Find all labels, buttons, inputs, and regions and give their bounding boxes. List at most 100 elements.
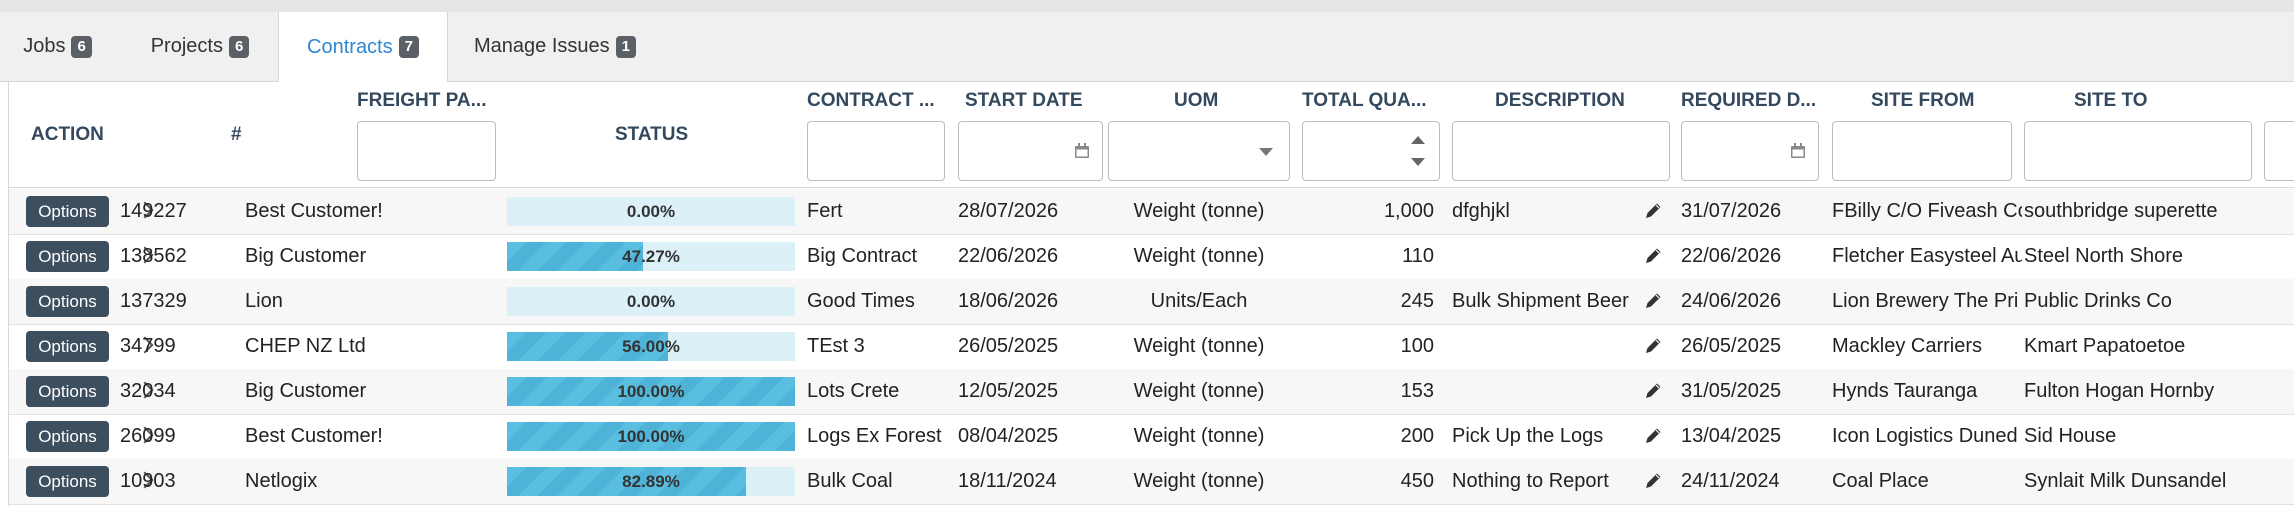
site-from-filter-input[interactable] bbox=[1832, 121, 2012, 181]
total-quantity: 110 bbox=[1402, 245, 1434, 267]
table-row[interactable]: Options 32034 Big Customer 100.00% Lots Cret… bbox=[9, 369, 2294, 415]
table-row[interactable]: Options 137329 Lion 0.00% Good Times 18/06/20… bbox=[9, 279, 2294, 325]
contract-filter-input[interactable] bbox=[807, 121, 945, 181]
pencil-icon[interactable] bbox=[1643, 246, 1663, 266]
pencil-icon[interactable] bbox=[1643, 336, 1663, 356]
col-header-action: ACTION bbox=[31, 124, 104, 145]
col-header-number[interactable]: # bbox=[231, 124, 242, 146]
col-header-uom[interactable]: UOM bbox=[1174, 90, 1218, 112]
uom: Weight (tonne) bbox=[1133, 335, 1265, 357]
contract-number: 10903 bbox=[120, 470, 176, 492]
total-quantity: 450 bbox=[1400, 470, 1434, 492]
contract-number: 149227 bbox=[120, 200, 187, 222]
progress-label: 82.89% bbox=[622, 472, 680, 491]
tab-label: Contracts bbox=[307, 35, 393, 58]
spin-down-icon[interactable] bbox=[1411, 158, 1425, 166]
status-progress-bar: 100.00% bbox=[507, 377, 795, 406]
top-strip bbox=[0, 0, 2294, 12]
tab-jobs[interactable]: Jobs 6 bbox=[10, 12, 105, 81]
progress-label: 47.27% bbox=[622, 247, 680, 266]
col-header-freight-party[interactable]: FREIGHT PA... bbox=[357, 90, 497, 112]
col-header-total-quantity[interactable]: TOTAL QUA... bbox=[1302, 90, 1442, 112]
options-button[interactable]: Options bbox=[26, 286, 109, 317]
uom: Weight (tonne) bbox=[1133, 200, 1265, 222]
options-button[interactable]: Options bbox=[26, 331, 109, 362]
progress-label: 56.00% bbox=[622, 337, 680, 356]
required-date-filter-input[interactable] bbox=[1681, 121, 1819, 181]
options-button[interactable]: Options bbox=[26, 196, 109, 227]
site-from: Icon Logistics Duned bbox=[1832, 425, 2018, 447]
site-to: Steel North Shore bbox=[2024, 245, 2183, 267]
site-from: FBilly C/O Fiveash Co bbox=[1832, 200, 2022, 222]
progress-label: 100.00% bbox=[617, 427, 685, 446]
start-date: 18/11/2024 bbox=[958, 470, 1057, 492]
contracts-grid: ACTION # FREIGHT PA... STATUS CONTRACT .… bbox=[8, 82, 2294, 506]
table-row[interactable]: Options 138562 Big Customer 47.27% Big Contr… bbox=[9, 234, 2294, 280]
contract-number: 32034 bbox=[120, 380, 176, 402]
pencil-icon[interactable] bbox=[1643, 201, 1663, 221]
uom: Units/Each bbox=[1150, 290, 1248, 312]
col-header-description[interactable]: DESCRIPTION bbox=[1495, 90, 1625, 112]
col-header-required-date[interactable]: REQUIRED D... bbox=[1681, 90, 1821, 112]
pencil-icon[interactable] bbox=[1643, 426, 1663, 446]
options-button[interactable]: Options bbox=[26, 466, 109, 497]
status-progress-bar: 82.89% bbox=[507, 467, 795, 496]
uom: Weight (tonne) bbox=[1133, 380, 1265, 402]
site-from: Coal Place bbox=[1832, 470, 1929, 492]
start-date-filter-input[interactable] bbox=[958, 121, 1103, 181]
status-progress-bar: 0.00% bbox=[507, 287, 795, 316]
progress-label: 0.00% bbox=[626, 202, 676, 221]
pencil-icon[interactable] bbox=[1643, 471, 1663, 491]
col-header-site-from[interactable]: SITE FROM bbox=[1871, 90, 1974, 112]
description: Bulk Shipment Beer bbox=[1452, 290, 1629, 312]
required-date: 24/11/2024 bbox=[1681, 470, 1780, 492]
table-row[interactable]: Options 26099 Best Customer! 100.00% Logs Ex… bbox=[9, 414, 2294, 460]
col-header-status[interactable]: STATUS bbox=[615, 124, 688, 146]
status-progress-bar: 56.00% bbox=[507, 332, 795, 361]
col-header-start-date[interactable]: START DATE bbox=[965, 90, 1083, 112]
start-date: 12/05/2025 bbox=[958, 380, 1059, 402]
freight-party-filter-input[interactable] bbox=[357, 121, 496, 181]
uom: Weight (tonne) bbox=[1133, 470, 1265, 492]
pencil-icon[interactable] bbox=[1643, 381, 1663, 401]
required-date: 24/06/2026 bbox=[1681, 290, 1782, 312]
tab-bar: Jobs 6 Projects 6 Contracts 7 Manage Issues… bbox=[0, 12, 2294, 82]
tab-manage-issues[interactable]: Manage Issues 1 bbox=[455, 12, 655, 81]
site-from: Mackley Carriers bbox=[1832, 335, 1983, 357]
contract-number: 137329 bbox=[120, 290, 187, 312]
contract-number: 34799 bbox=[120, 335, 176, 357]
required-date: 13/04/2025 bbox=[1681, 425, 1782, 447]
col-header-contract[interactable]: CONTRACT ... bbox=[807, 90, 947, 112]
site-from: Lion Brewery The Pri bbox=[1832, 290, 2019, 312]
table-row[interactable]: Options 149227 Best Customer! 0.00% Fert 28/0… bbox=[9, 189, 2294, 235]
options-button[interactable]: Options bbox=[26, 376, 109, 407]
site-to: Public Drinks Co bbox=[2024, 290, 2172, 312]
start-date: 22/06/2026 bbox=[958, 245, 1059, 267]
tab-contracts[interactable]: Contracts 7 bbox=[278, 12, 448, 82]
header-row: ACTION # FREIGHT PA... STATUS CONTRACT .… bbox=[9, 82, 2294, 188]
pencil-icon[interactable] bbox=[1643, 291, 1663, 311]
required-date: 22/06/2026 bbox=[1681, 245, 1782, 267]
calendar-icon[interactable] bbox=[1790, 143, 1806, 159]
required-date: 31/07/2026 bbox=[1681, 200, 1782, 222]
options-button[interactable]: Options bbox=[26, 241, 109, 272]
total-quantity: 153 bbox=[1400, 380, 1434, 402]
site-to: Synlait Milk Dunsandel bbox=[2024, 470, 2227, 492]
spin-up-icon[interactable] bbox=[1411, 136, 1425, 144]
table-row[interactable]: Options 34799 CHEP NZ Ltd 56.00% TEst 3 26/05… bbox=[9, 324, 2294, 370]
table-row[interactable]: Options 10903 Netlogix 82.89% Bulk Coal 18/11… bbox=[9, 459, 2294, 505]
site-to-filter-input[interactable] bbox=[2024, 121, 2252, 181]
uom-filter-select[interactable] bbox=[1108, 121, 1290, 181]
count-badge: 1 bbox=[615, 35, 636, 58]
start-date: 08/04/2025 bbox=[958, 425, 1059, 447]
contract-name: Good Times bbox=[807, 290, 915, 312]
chevron-down-icon bbox=[1259, 148, 1273, 156]
extra-filter-input[interactable] bbox=[2264, 121, 2294, 181]
tab-projects[interactable]: Projects 6 bbox=[130, 12, 270, 81]
total-quantity-filter-input[interactable] bbox=[1302, 121, 1440, 181]
description bbox=[1452, 324, 1638, 369]
options-button[interactable]: Options bbox=[26, 421, 109, 452]
calendar-icon[interactable] bbox=[1074, 143, 1090, 159]
description-filter-input[interactable] bbox=[1452, 121, 1670, 181]
col-header-site-to[interactable]: SITE TO bbox=[2074, 90, 2148, 112]
